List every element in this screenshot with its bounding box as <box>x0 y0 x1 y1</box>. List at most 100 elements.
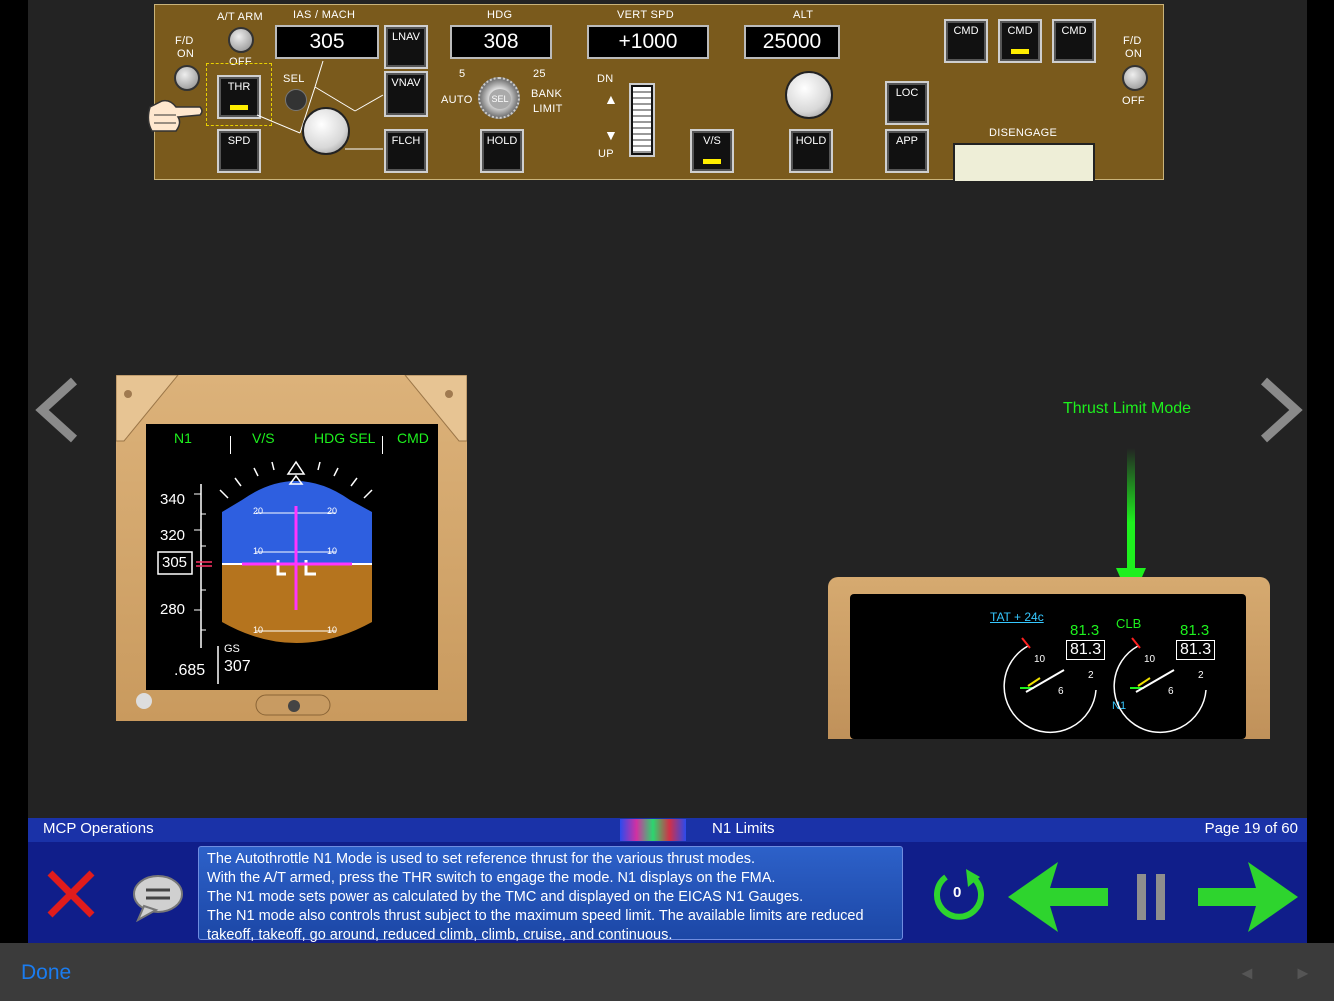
cmd-center-label: CMD <box>1007 25 1033 37</box>
fd-right-label: F/D <box>1123 35 1142 47</box>
lesson-text-line: With the A/T armed, press the THR switch… <box>207 870 776 886</box>
current-speed-readout: 305 <box>162 554 188 571</box>
bank-max: 25 <box>533 68 546 80</box>
fd-left-switch[interactable] <box>174 65 200 91</box>
gauge-right-tick-10: 10 <box>1144 654 1156 665</box>
arrow-down-icon: ▼ <box>604 127 618 143</box>
forward-arrow-icon[interactable] <box>1196 860 1300 939</box>
cmd-center-annunciator <box>1011 49 1029 54</box>
speed-tape-280: 280 <box>160 601 186 618</box>
fd-left-on: ON <box>177 48 195 60</box>
bank-auto: AUTO <box>441 94 473 106</box>
ias-display: 305 <box>275 25 379 59</box>
flch-button[interactable]: FLCH <box>384 129 428 173</box>
cmd-center-button[interactable]: CMD <box>998 19 1042 63</box>
disengage-bar[interactable] <box>953 143 1095 183</box>
gs-label: GS <box>224 643 240 655</box>
app-label: APP <box>895 135 918 147</box>
lnav-button[interactable]: LNAV <box>384 25 428 69</box>
pitch-label-10-right: 10 <box>327 546 338 556</box>
fd-right-switch[interactable] <box>1122 65 1148 91</box>
thrust-limit-callout: Thrust Limit Mode <box>1063 400 1192 417</box>
loc-label: LOC <box>895 87 919 99</box>
hdg-hold-button[interactable]: HOLD <box>480 129 524 173</box>
alt-knob[interactable] <box>785 71 833 119</box>
disengage-label: DISENGAGE <box>989 127 1058 139</box>
ias-knob[interactable] <box>302 107 350 155</box>
ground-speed-readout: 307 <box>224 658 251 675</box>
lesson-text-line: The N1 mode sets power as calculated by … <box>207 889 804 905</box>
fd-left-label: F/D <box>175 35 194 47</box>
lesson-text-line: The Autothrottle N1 Mode is used to set … <box>207 851 756 867</box>
cmd-left-button[interactable]: CMD <box>944 19 988 63</box>
cmd-right-label: CMD <box>1061 25 1087 37</box>
n1-gauges <box>1003 637 1207 734</box>
next-page-icon[interactable]: ► <box>1294 963 1312 984</box>
pitch-label-10-left: 10 <box>253 546 264 556</box>
back-arrow-icon[interactable] <box>1006 860 1110 939</box>
pitch-label-20-right: 20 <box>327 506 338 516</box>
previous-page-icon[interactable]: ◄ <box>1238 963 1256 984</box>
bank-label-2: LIMIT <box>533 103 563 115</box>
arrow-up-icon: ▲ <box>604 91 618 107</box>
vnav-button[interactable]: VNAV <box>384 71 428 117</box>
attitude-indicator <box>157 460 373 684</box>
vs-btn-label: V/S <box>703 135 721 147</box>
close-icon[interactable] <box>46 869 96 924</box>
vs-display: +1000 <box>587 25 709 59</box>
replay-button[interactable]: 0 <box>932 867 986 921</box>
gauge-right-tick-6: 6 <box>1168 686 1174 697</box>
section-title: MCP Operations <box>43 820 154 837</box>
hdg-sel-knob[interactable]: SEL <box>489 89 511 109</box>
app-button[interactable]: APP <box>885 129 929 173</box>
gauge-right-tick-2: 2 <box>1198 670 1204 681</box>
flch-label: FLCH <box>391 135 421 147</box>
vs-annunciator <box>703 159 721 164</box>
alt-hold-label: HOLD <box>795 135 827 147</box>
hdg-label: HDG <box>487 9 513 21</box>
speech-bubble-icon[interactable] <box>130 872 186 927</box>
alt-hold-button[interactable]: HOLD <box>789 129 833 173</box>
ias-label: IAS / MACH <box>293 9 356 21</box>
vs-label: VERT SPD <box>617 9 675 21</box>
alt-label: ALT <box>793 9 814 21</box>
fd-right-on: ON <box>1125 48 1143 60</box>
speed-tape-320: 320 <box>160 527 186 544</box>
pitch-label-20-left: 20 <box>253 506 264 516</box>
vnav-label: VNAV <box>391 77 421 89</box>
spd-label: SPD <box>227 135 251 147</box>
at-arm-label: A/T ARM <box>217 11 263 23</box>
pitch-label-neg10-left: 10 <box>253 625 264 635</box>
gauge-left-tick-2: 2 <box>1088 670 1094 681</box>
mode-control-panel: F/D ON A/T ARM OFF IAS / MACH 305 THR SP… <box>154 4 1164 183</box>
lesson-text-line: The N1 mode also controls thrust subject… <box>207 908 864 924</box>
bank-min: 5 <box>459 68 466 80</box>
vs-button[interactable]: V/S <box>690 129 734 173</box>
done-button[interactable]: Done <box>21 961 71 985</box>
hdg-hold-label: HOLD <box>486 135 518 147</box>
vs-up-label: UP <box>598 148 614 160</box>
previous-chevron-icon[interactable] <box>34 377 78 448</box>
bank-label-1: BANK <box>531 88 563 100</box>
thr-annunciator <box>230 105 248 110</box>
fd-right-off: OFF <box>1122 95 1145 107</box>
at-arm-switch[interactable] <box>228 27 254 53</box>
replay-count: 0 <box>953 884 962 901</box>
progress-swatch <box>620 819 686 841</box>
lesson-header-bar: MCP Operations N1 Limits Page 19 of 60 <box>28 818 1307 842</box>
lnav-label: LNAV <box>392 31 420 43</box>
eicas-screen: TAT + 24c CLB 81.3 81.3 81.3 81.3 N1 10 … <box>850 594 1246 739</box>
gauge-left-tick-6: 6 <box>1058 686 1064 697</box>
page-indicator: Page 19 of 60 <box>1204 820 1298 837</box>
gauge-left-tick-10: 10 <box>1034 654 1046 665</box>
pause-icon[interactable] <box>1136 872 1166 927</box>
speed-tape-340: 340 <box>160 491 186 508</box>
vs-thumbwheel[interactable] <box>633 87 651 153</box>
cmd-right-button[interactable]: CMD <box>1052 19 1096 63</box>
next-chevron-icon[interactable] <box>1258 377 1304 448</box>
hdg-display: 308 <box>450 25 552 59</box>
loc-button[interactable]: LOC <box>885 81 929 125</box>
viewer-footer: Done ◄ ► <box>0 943 1334 1001</box>
pitch-label-neg10-right: 10 <box>327 625 338 635</box>
vs-dn-label: DN <box>597 73 614 85</box>
